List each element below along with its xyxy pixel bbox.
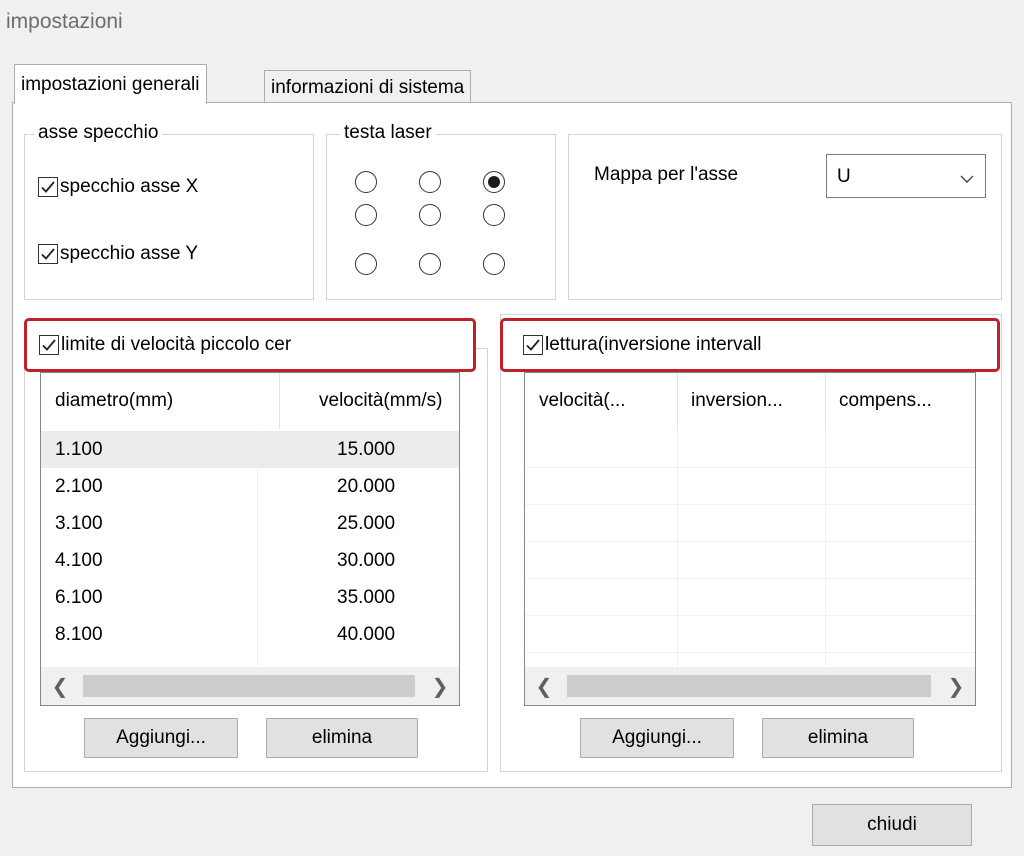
backlash-listview[interactable]: velocità(... inversion... compens... ❮ ❯ <box>524 372 976 706</box>
laser-head-radio-4[interactable] <box>355 204 377 226</box>
scroll-right-icon[interactable]: ❯ <box>421 667 459 705</box>
axis-map-label: Mappa per l'asse <box>594 164 739 185</box>
checkbox-checked-icon <box>39 335 59 355</box>
horizontal-scrollbar[interactable]: ❮ ❯ <box>41 667 459 705</box>
checkbox-checked-icon <box>38 177 58 197</box>
cell-diameter: 1.100 <box>55 439 103 460</box>
cell-speed: 25.000 <box>337 513 396 534</box>
cell-speed: 30.000 <box>337 550 396 571</box>
scrollbar-thumb[interactable] <box>567 675 931 697</box>
column-header-compensation[interactable]: compens... <box>825 373 975 429</box>
table-row[interactable]: 6.100 35.000 <box>41 579 459 616</box>
grid-line <box>525 615 975 616</box>
delete-button-left[interactable]: elimina <box>266 718 418 758</box>
laser-head-legend: testa laser <box>340 122 436 144</box>
axis-map-select[interactable]: U <box>826 154 986 198</box>
column-header-speed[interactable]: velocità(mm/s) <box>279 373 459 429</box>
checkbox-checked-icon <box>38 244 58 264</box>
small-circle-listview[interactable]: diametro(mm) velocità(mm/s) 1.100 15.000… <box>40 372 460 706</box>
tab-system-info[interactable]: informazioni di sistema <box>264 70 472 103</box>
laser-head-radio-8[interactable] <box>419 253 441 275</box>
cell-diameter: 8.100 <box>55 624 103 645</box>
mirror-y-label: specchio asse Y <box>60 243 199 264</box>
checkbox-checked-icon <box>523 335 543 355</box>
cell-speed: 20.000 <box>337 476 396 497</box>
mirror-x-label: specchio asse X <box>60 176 199 197</box>
cell-diameter: 2.100 <box>55 476 103 497</box>
mirror-x-checkbox[interactable]: specchio asse X <box>38 176 198 198</box>
tab-general-settings[interactable]: impostazioni generali <box>14 64 207 104</box>
cell-speed: 15.000 <box>337 439 396 460</box>
grid-line <box>677 429 678 669</box>
backlash-checkbox[interactable]: lettura(inversione intervall <box>523 334 762 356</box>
horizontal-scrollbar[interactable]: ❮ ❯ <box>525 667 975 705</box>
axis-map-value: U <box>837 166 851 187</box>
window-title: impostazioni <box>6 10 123 33</box>
grid-line <box>525 467 975 468</box>
cell-speed: 35.000 <box>337 587 396 608</box>
highlight-small-circle: limite di velocità piccolo cer <box>24 318 476 372</box>
laser-head-radio-2[interactable] <box>419 171 441 193</box>
small-circle-label: limite di velocità piccolo cer <box>61 334 292 355</box>
add-button-left[interactable]: Aggiungi... <box>84 718 238 758</box>
column-header-diameter[interactable]: diametro(mm) <box>41 373 279 429</box>
grid-line <box>525 652 975 653</box>
grid-line <box>525 504 975 505</box>
cell-diameter: 6.100 <box>55 587 103 608</box>
delete-button-right[interactable]: elimina <box>762 718 914 758</box>
scrollbar-thumb[interactable] <box>83 675 415 697</box>
cell-diameter: 3.100 <box>55 513 103 534</box>
close-button[interactable]: chiudi <box>812 804 972 846</box>
add-button-right[interactable]: Aggiungi... <box>580 718 734 758</box>
column-header-speed[interactable]: velocità(... <box>525 373 677 429</box>
table-row[interactable]: 8.100 40.000 <box>41 616 459 653</box>
laser-head-radio-9[interactable] <box>483 253 505 275</box>
scroll-left-icon[interactable]: ❮ <box>41 667 79 705</box>
scroll-right-icon[interactable]: ❯ <box>937 667 975 705</box>
scroll-left-icon[interactable]: ❮ <box>525 667 563 705</box>
mirror-axis-legend: asse specchio <box>34 122 163 144</box>
cell-speed: 40.000 <box>337 624 396 645</box>
mirror-axis-group <box>24 134 314 300</box>
cell-diameter: 4.100 <box>55 550 103 571</box>
chevron-down-icon <box>959 169 975 191</box>
backlash-label: lettura(inversione intervall <box>545 334 762 355</box>
column-header-inversion[interactable]: inversion... <box>677 373 825 429</box>
small-circle-checkbox[interactable]: limite di velocità piccolo cer <box>39 334 291 356</box>
grid-line <box>525 541 975 542</box>
laser-head-radio-1[interactable] <box>355 171 377 193</box>
laser-head-radio-7[interactable] <box>355 253 377 275</box>
table-row[interactable]: 4.100 30.000 <box>41 542 459 579</box>
laser-head-grid <box>355 171 525 281</box>
grid-line <box>525 578 975 579</box>
table-row[interactable]: 3.100 25.000 <box>41 505 459 542</box>
laser-head-radio-5[interactable] <box>419 204 441 226</box>
grid-line <box>825 429 826 669</box>
laser-head-radio-6[interactable] <box>483 204 505 226</box>
table-row[interactable]: 1.100 15.000 <box>41 431 459 468</box>
mirror-y-checkbox[interactable]: specchio asse Y <box>38 243 198 265</box>
table-row[interactable]: 2.100 20.000 <box>41 468 459 505</box>
highlight-backlash: lettura(inversione intervall <box>500 318 1000 372</box>
laser-head-radio-3[interactable] <box>483 171 505 193</box>
